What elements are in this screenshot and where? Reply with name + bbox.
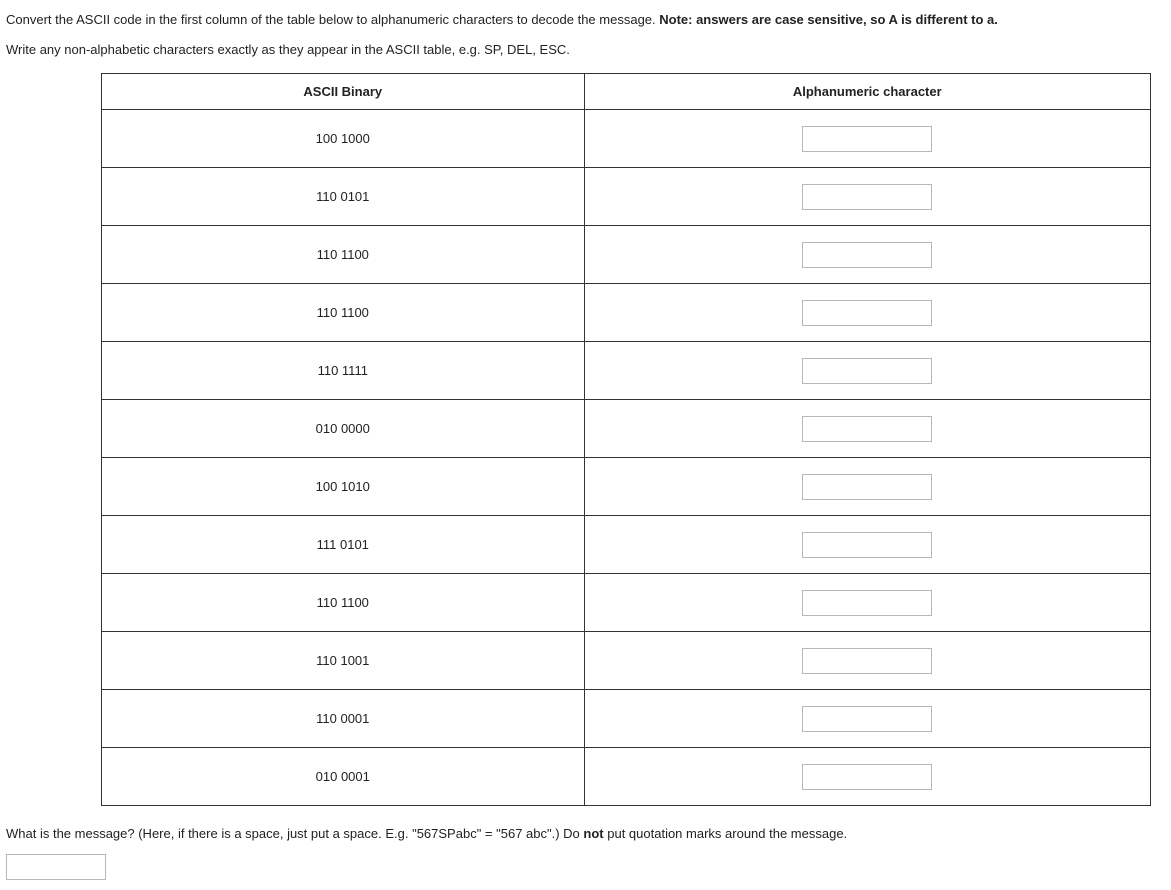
answer-input-7[interactable] xyxy=(802,532,932,558)
answer-cell xyxy=(584,748,1150,806)
binary-cell: 110 1100 xyxy=(102,284,585,342)
message-answer-input[interactable] xyxy=(6,854,106,880)
binary-cell: 110 0101 xyxy=(102,168,585,226)
message-question-block: What is the message? (Here, if there is … xyxy=(6,824,1165,844)
answer-input-4[interactable] xyxy=(802,358,932,384)
answer-cell xyxy=(584,342,1150,400)
table-row: 010 0000 xyxy=(102,400,1151,458)
answer-input-11[interactable] xyxy=(802,764,932,790)
instruction-line-2: Write any non-alphabetic characters exac… xyxy=(6,40,1165,60)
ascii-table: ASCII Binary Alphanumeric character 100 … xyxy=(101,73,1151,806)
instruction-text-bold: Note: answers are case sensitive, so A i… xyxy=(659,12,998,27)
answer-input-1[interactable] xyxy=(802,184,932,210)
message-question-post: put quotation marks around the message. xyxy=(604,826,848,841)
binary-cell: 010 0001 xyxy=(102,748,585,806)
table-row: 110 1100 xyxy=(102,284,1151,342)
answer-cell xyxy=(584,574,1150,632)
ascii-table-wrap: ASCII Binary Alphanumeric character 100 … xyxy=(6,73,1165,806)
col-header-char: Alphanumeric character xyxy=(584,74,1150,110)
table-header-row: ASCII Binary Alphanumeric character xyxy=(102,74,1151,110)
table-row: 110 1001 xyxy=(102,632,1151,690)
table-row: 110 0001 xyxy=(102,690,1151,748)
answer-cell xyxy=(584,168,1150,226)
instructions-block: Convert the ASCII code in the first colu… xyxy=(6,10,1165,59)
table-row: 100 1000 xyxy=(102,110,1151,168)
answer-input-9[interactable] xyxy=(802,648,932,674)
binary-cell: 110 1100 xyxy=(102,226,585,284)
answer-cell xyxy=(584,516,1150,574)
binary-cell: 110 1001 xyxy=(102,632,585,690)
instruction-text-pre: Convert the ASCII code in the first colu… xyxy=(6,12,659,27)
answer-cell xyxy=(584,284,1150,342)
answer-cell xyxy=(584,632,1150,690)
col-header-binary: ASCII Binary xyxy=(102,74,585,110)
message-question-pre: What is the message? (Here, if there is … xyxy=(6,826,583,841)
answer-cell xyxy=(584,226,1150,284)
binary-cell: 110 1111 xyxy=(102,342,585,400)
table-row: 110 1100 xyxy=(102,574,1151,632)
message-question-bold: not xyxy=(583,826,603,841)
answer-cell xyxy=(584,110,1150,168)
table-row: 100 1010 xyxy=(102,458,1151,516)
answer-input-5[interactable] xyxy=(802,416,932,442)
table-row: 110 1111 xyxy=(102,342,1151,400)
answer-cell xyxy=(584,400,1150,458)
instruction-line-1: Convert the ASCII code in the first colu… xyxy=(6,10,1165,30)
binary-cell: 010 0000 xyxy=(102,400,585,458)
binary-cell: 110 1100 xyxy=(102,574,585,632)
binary-cell: 100 1000 xyxy=(102,110,585,168)
binary-cell: 111 0101 xyxy=(102,516,585,574)
answer-input-2[interactable] xyxy=(802,242,932,268)
answer-cell xyxy=(584,458,1150,516)
answer-input-3[interactable] xyxy=(802,300,932,326)
table-row: 010 0001 xyxy=(102,748,1151,806)
binary-cell: 110 0001 xyxy=(102,690,585,748)
answer-input-8[interactable] xyxy=(802,590,932,616)
answer-cell xyxy=(584,690,1150,748)
answer-input-0[interactable] xyxy=(802,126,932,152)
binary-cell: 100 1010 xyxy=(102,458,585,516)
table-row: 110 0101 xyxy=(102,168,1151,226)
table-row: 110 1100 xyxy=(102,226,1151,284)
answer-input-6[interactable] xyxy=(802,474,932,500)
table-row: 111 0101 xyxy=(102,516,1151,574)
answer-input-10[interactable] xyxy=(802,706,932,732)
